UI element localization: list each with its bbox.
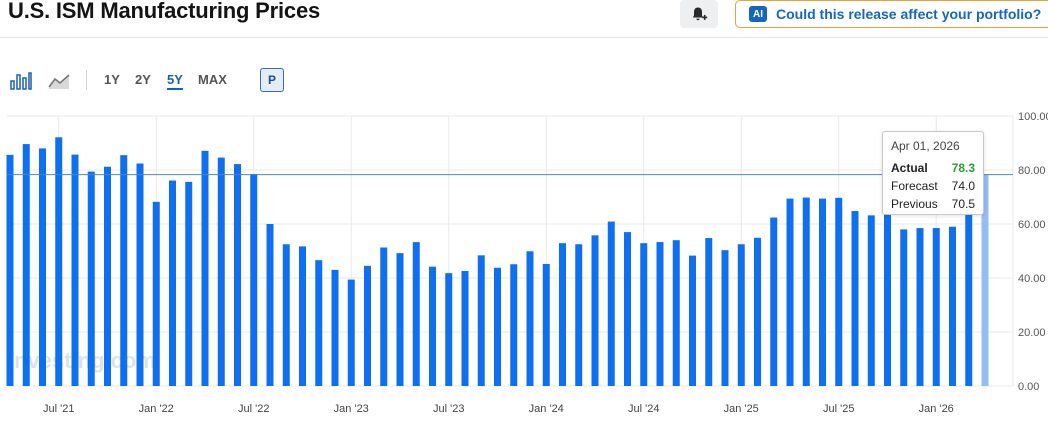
bar bbox=[282, 244, 290, 386]
bar bbox=[754, 237, 761, 386]
bar bbox=[786, 198, 794, 386]
bar bbox=[201, 150, 209, 386]
x-tick-label: Jul '24 bbox=[628, 403, 659, 415]
bar bbox=[396, 253, 404, 386]
bar bbox=[152, 201, 160, 386]
bar bbox=[900, 229, 908, 386]
bar bbox=[185, 181, 193, 386]
bar bbox=[331, 269, 339, 386]
bar bbox=[591, 235, 599, 386]
bar bbox=[477, 255, 485, 386]
bar bbox=[364, 265, 371, 386]
y-tick-label: 100.00 bbox=[1018, 111, 1048, 123]
bar bbox=[835, 197, 843, 386]
bar bbox=[624, 232, 631, 386]
bar bbox=[607, 221, 615, 386]
y-tick-label: 60.00 bbox=[1018, 219, 1046, 231]
tooltip-forecast-label: Forecast bbox=[891, 179, 938, 193]
bar bbox=[104, 166, 111, 386]
bar bbox=[347, 279, 355, 386]
chart-tooltip: Apr 01, 2026 Actual 78.3 Forecast 74.0 P… bbox=[882, 131, 984, 215]
bar bbox=[932, 228, 940, 386]
bar bbox=[851, 211, 859, 386]
y-tick-label: 80.00 bbox=[1018, 165, 1046, 177]
bar bbox=[39, 148, 46, 386]
bar bbox=[819, 198, 826, 386]
bar bbox=[689, 255, 696, 386]
bar bbox=[884, 209, 891, 386]
x-tick-label: Jan '23 bbox=[334, 403, 369, 415]
bar bbox=[705, 238, 713, 386]
x-tick-label: Jan '26 bbox=[919, 403, 954, 415]
bar bbox=[71, 154, 79, 386]
bar bbox=[250, 174, 258, 386]
bar bbox=[721, 250, 729, 386]
x-tick-label: Jan '24 bbox=[529, 403, 564, 415]
tooltip-forecast-value: 74.0 bbox=[951, 179, 975, 193]
bar bbox=[380, 247, 388, 386]
bar bbox=[169, 180, 176, 386]
bar bbox=[494, 267, 501, 386]
bar bbox=[949, 226, 956, 386]
bar bbox=[916, 228, 924, 386]
x-tick-label: Jul '21 bbox=[43, 403, 74, 415]
bar bbox=[429, 266, 436, 386]
bar bbox=[542, 263, 550, 386]
y-tick-label: 20.00 bbox=[1018, 327, 1046, 339]
bar bbox=[234, 164, 241, 386]
bar bbox=[672, 240, 680, 386]
bar bbox=[217, 157, 225, 386]
tooltip-actual-value: 78.3 bbox=[951, 161, 975, 175]
tooltip-previous-value: 70.5 bbox=[951, 197, 975, 211]
bar bbox=[559, 243, 566, 386]
bar bbox=[867, 215, 875, 386]
bar bbox=[575, 244, 583, 386]
bar bbox=[315, 260, 323, 386]
bar bbox=[737, 244, 745, 386]
bar bbox=[510, 264, 518, 386]
bar bbox=[526, 251, 534, 386]
x-tick-label: Jan '22 bbox=[139, 403, 174, 415]
bar bbox=[136, 163, 144, 386]
bar bbox=[461, 270, 469, 386]
bar bbox=[87, 171, 95, 386]
tooltip-previous-label: Previous bbox=[891, 197, 938, 211]
bar bbox=[6, 154, 14, 386]
bar bbox=[299, 246, 306, 386]
bar bbox=[266, 224, 274, 386]
bar bbox=[656, 242, 664, 386]
bar bbox=[802, 197, 810, 386]
watermark-logo: Investing.com bbox=[8, 348, 156, 373]
bar bbox=[640, 243, 648, 386]
y-tick-label: 0.00 bbox=[1018, 381, 1039, 393]
tooltip-actual-label: Actual bbox=[891, 161, 928, 175]
tooltip-date: Apr 01, 2026 bbox=[891, 139, 960, 153]
x-tick-label: Jan '25 bbox=[724, 403, 759, 415]
bar bbox=[412, 242, 420, 386]
x-tick-label: Jul '25 bbox=[823, 403, 854, 415]
y-tick-label: 40.00 bbox=[1018, 273, 1046, 285]
x-tick-label: Jul '23 bbox=[433, 403, 464, 415]
bar bbox=[120, 155, 128, 386]
bar bbox=[445, 273, 453, 386]
bar bbox=[22, 144, 30, 386]
x-tick-label: Jul '22 bbox=[238, 403, 269, 415]
bar bbox=[770, 217, 778, 386]
bar bbox=[965, 195, 973, 386]
